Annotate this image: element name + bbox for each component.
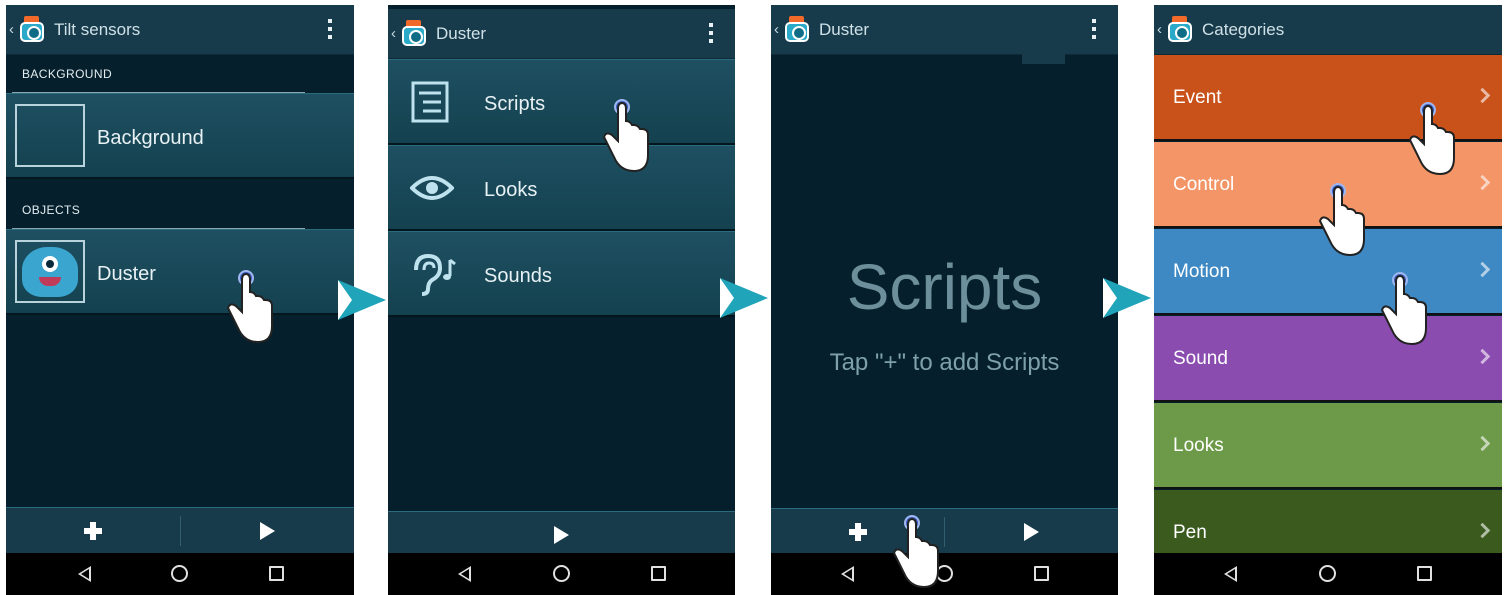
app-bar-title: Duster <box>819 19 870 39</box>
screen-scripts-empty: ‹ Duster Scripts Tap "+" to add Scripts <box>771 5 1118 595</box>
app-bar: ‹ Duster <box>771 5 1118 55</box>
background-row[interactable]: Background <box>6 93 354 179</box>
category-label: Looks <box>1173 435 1224 456</box>
menu-item-sounds[interactable]: Sounds <box>388 231 735 317</box>
nav-back-icon[interactable] <box>458 566 471 582</box>
play-button[interactable] <box>388 512 735 558</box>
app-bar: ‹ Categories <box>1154 5 1502 55</box>
app-bar-title: Tilt sensors <box>54 19 141 39</box>
screen-duster-menu: ‹ Duster Scripts Looks Sounds <box>388 5 735 595</box>
play-icon <box>554 526 569 544</box>
app-bar: ‹ Duster <box>388 9 735 59</box>
nav-recent-icon[interactable] <box>1034 566 1049 581</box>
system-nav-bar <box>6 553 354 595</box>
play-icon <box>1024 523 1039 541</box>
nav-recent-icon[interactable] <box>1417 566 1432 581</box>
nav-home-icon[interactable] <box>171 565 188 582</box>
pocket-code-logo-icon[interactable] <box>18 15 46 44</box>
category-label: Pen <box>1173 522 1207 543</box>
empty-state-title: Scripts <box>846 251 1043 323</box>
flow-arrow-icon <box>1103 278 1151 318</box>
menu-item-looks[interactable]: Looks <box>388 145 735 231</box>
system-nav-bar <box>388 553 735 595</box>
play-button[interactable] <box>945 509 1118 555</box>
tap-hand-icon <box>1318 183 1365 257</box>
app-bar: ‹ Tilt sensors <box>6 5 354 55</box>
back-icon[interactable]: ‹ <box>9 21 17 38</box>
category-label: Event <box>1173 87 1222 108</box>
add-button[interactable] <box>6 508 180 554</box>
scripts-list-icon <box>411 81 449 123</box>
nav-home-icon[interactable] <box>553 565 570 582</box>
bottom-toolbar <box>388 511 735 557</box>
add-icon <box>848 523 867 541</box>
menu-item-label: Scripts <box>484 93 546 115</box>
pocket-code-logo-icon[interactable] <box>783 15 811 44</box>
back-icon[interactable]: ‹ <box>391 25 399 42</box>
bottom-toolbar <box>6 507 354 553</box>
empty-state-hint: Tap "+" to add Scripts <box>829 349 1060 376</box>
nav-recent-icon[interactable] <box>651 566 666 581</box>
chevron-right-icon <box>1474 87 1491 104</box>
overflow-menu-icon[interactable] <box>1092 19 1096 39</box>
nav-home-icon[interactable] <box>1319 565 1336 582</box>
ear-music-icon <box>414 253 456 296</box>
menu-item-scripts[interactable]: Scripts <box>388 59 735 145</box>
back-icon[interactable]: ‹ <box>774 21 782 38</box>
system-nav-bar <box>1154 553 1502 595</box>
chevron-right-icon <box>1474 174 1491 191</box>
add-icon <box>84 522 102 540</box>
play-button[interactable] <box>181 508 354 554</box>
screen-categories: ‹ Categories Event Control Motion Sound Look… <box>1154 5 1502 595</box>
background-thumbnail <box>15 104 85 167</box>
back-icon[interactable]: ‹ <box>1157 21 1165 38</box>
tap-hand-icon <box>1408 102 1455 176</box>
category-label: Sound <box>1173 348 1228 369</box>
flow-arrow-icon <box>338 280 386 320</box>
play-icon <box>260 522 275 540</box>
menu-item-label: Looks <box>484 179 538 201</box>
overflow-menu-icon[interactable] <box>328 19 332 39</box>
menu-item-label: Sounds <box>484 265 552 287</box>
app-bar-title: Categories <box>1202 19 1285 39</box>
category-row-looks[interactable]: Looks <box>1154 403 1502 489</box>
chevron-right-icon <box>1474 348 1491 365</box>
category-row-sound[interactable]: Sound <box>1154 316 1502 402</box>
bottom-toolbar <box>771 508 1118 554</box>
object-row-duster[interactable]: Duster <box>6 229 354 315</box>
tap-hand-icon <box>892 515 939 589</box>
pocket-code-logo-icon[interactable] <box>1166 15 1194 44</box>
duster-thumbnail <box>15 240 85 303</box>
tap-hand-icon <box>226 270 273 344</box>
chevron-right-icon <box>1474 522 1491 539</box>
tap-hand-icon <box>1380 272 1427 346</box>
background-label: Background <box>97 127 204 149</box>
toolbar-tab <box>1022 52 1065 64</box>
object-label: Duster <box>97 263 156 285</box>
nav-recent-icon[interactable] <box>269 566 284 581</box>
category-label: Motion <box>1173 261 1231 282</box>
nav-back-icon[interactable] <box>1224 566 1237 582</box>
tap-hand-icon <box>602 99 649 173</box>
section-header-background: BACKGROUND <box>6 55 354 95</box>
overflow-menu-icon[interactable] <box>709 23 713 43</box>
eye-icon <box>410 176 454 200</box>
section-header-objects: OBJECTS <box>6 191 354 231</box>
pocket-code-logo-icon[interactable] <box>400 19 428 48</box>
nav-back-icon[interactable] <box>841 566 854 582</box>
chevron-right-icon <box>1474 435 1491 452</box>
monster-sprite-icon <box>22 247 78 297</box>
flow-arrow-icon <box>720 278 768 318</box>
screen-tilt-sensors: ‹ Tilt sensors BACKGROUND Background OBJ… <box>6 5 354 595</box>
system-nav-bar <box>771 553 1118 595</box>
app-bar-title: Duster <box>436 23 487 43</box>
chevron-right-icon <box>1474 261 1491 278</box>
category-label: Control <box>1173 174 1235 195</box>
nav-back-icon[interactable] <box>78 566 91 582</box>
